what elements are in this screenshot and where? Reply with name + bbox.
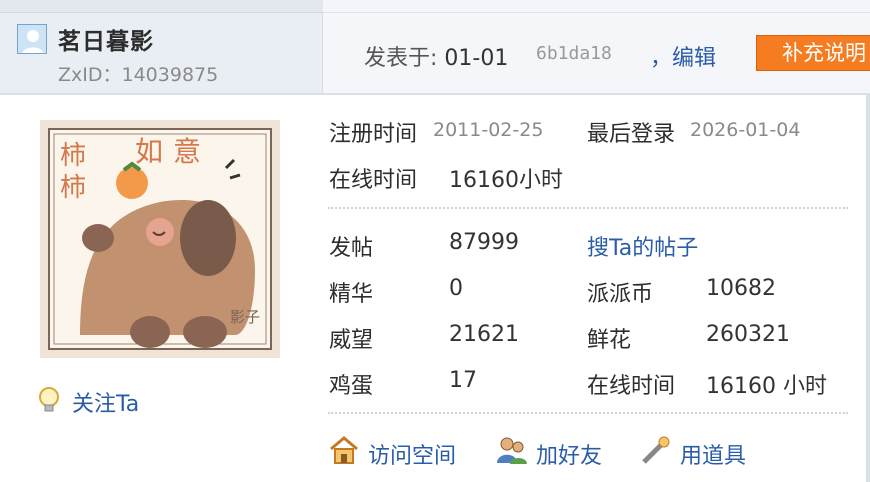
- top-strip-right: [323, 0, 870, 13]
- online-label: 在线时间: [329, 168, 418, 193]
- coins-value: 10682: [706, 276, 776, 301]
- follow-link[interactable]: 关注Ta: [72, 386, 139, 418]
- avatar[interactable]: 如意 柿柿 影子: [40, 120, 280, 358]
- posts-label: 发帖: [329, 236, 374, 261]
- edit-link[interactable]: ，编辑: [650, 40, 716, 72]
- zxid-value: 14039875: [121, 64, 219, 86]
- eggs-label: 鸡蛋: [329, 374, 374, 399]
- post-date: 发表于: 01-01: [364, 40, 508, 72]
- divider-top: [328, 207, 848, 209]
- coins-label: 派派币: [587, 282, 654, 307]
- zxid-label: ZxID：: [58, 64, 122, 86]
- top-strip-left: [0, 0, 323, 13]
- digest-label: 精华: [329, 282, 374, 307]
- visit-space-link[interactable]: 访问空间: [368, 438, 456, 470]
- prestige-label: 威望: [329, 328, 374, 353]
- avatar-text-top: 如意: [135, 135, 212, 168]
- avatar-text-left: 柿柿: [60, 141, 87, 203]
- flowers-value: 260321: [706, 322, 790, 347]
- online2-value: 16160 小时: [706, 374, 827, 399]
- online-value: 16160小时: [449, 168, 563, 193]
- posts-value: 87999: [449, 230, 519, 255]
- panel-edge: [866, 93, 870, 482]
- last-login-value: 2026-01-04: [690, 119, 801, 141]
- divider-bottom: [328, 412, 848, 414]
- home-icon[interactable]: [328, 434, 360, 466]
- avatar-signature: 影子: [230, 308, 261, 326]
- search-posts-link[interactable]: 搜Ta的帖子: [587, 230, 698, 262]
- supplement-button[interactable]: 补充说明: [756, 35, 870, 71]
- prestige-value: 21621: [449, 322, 519, 347]
- post-date-value: 01-01: [444, 46, 509, 71]
- lightbulb-icon: [36, 386, 62, 414]
- magic-wand-icon[interactable]: [640, 434, 672, 466]
- author-zxid: ZxID：14039875: [58, 60, 218, 87]
- eggs-value: 17: [449, 368, 477, 393]
- post-hash: 6b1da18: [536, 43, 612, 64]
- use-item-link[interactable]: 用道具: [680, 438, 746, 470]
- last-login-label: 最后登录: [587, 122, 676, 147]
- register-value: 2011-02-25: [433, 119, 544, 141]
- flowers-label: 鲜花: [587, 328, 632, 353]
- digest-value: 0: [449, 276, 463, 301]
- register-label: 注册时间: [329, 122, 418, 147]
- online2-label: 在线时间: [587, 374, 676, 399]
- posted-label: 发表于:: [364, 46, 438, 71]
- author-username[interactable]: 茗日暮影: [58, 22, 154, 56]
- add-friend-icon[interactable]: [496, 434, 528, 466]
- user-icon: [17, 24, 47, 54]
- add-friend-link[interactable]: 加好友: [536, 438, 602, 470]
